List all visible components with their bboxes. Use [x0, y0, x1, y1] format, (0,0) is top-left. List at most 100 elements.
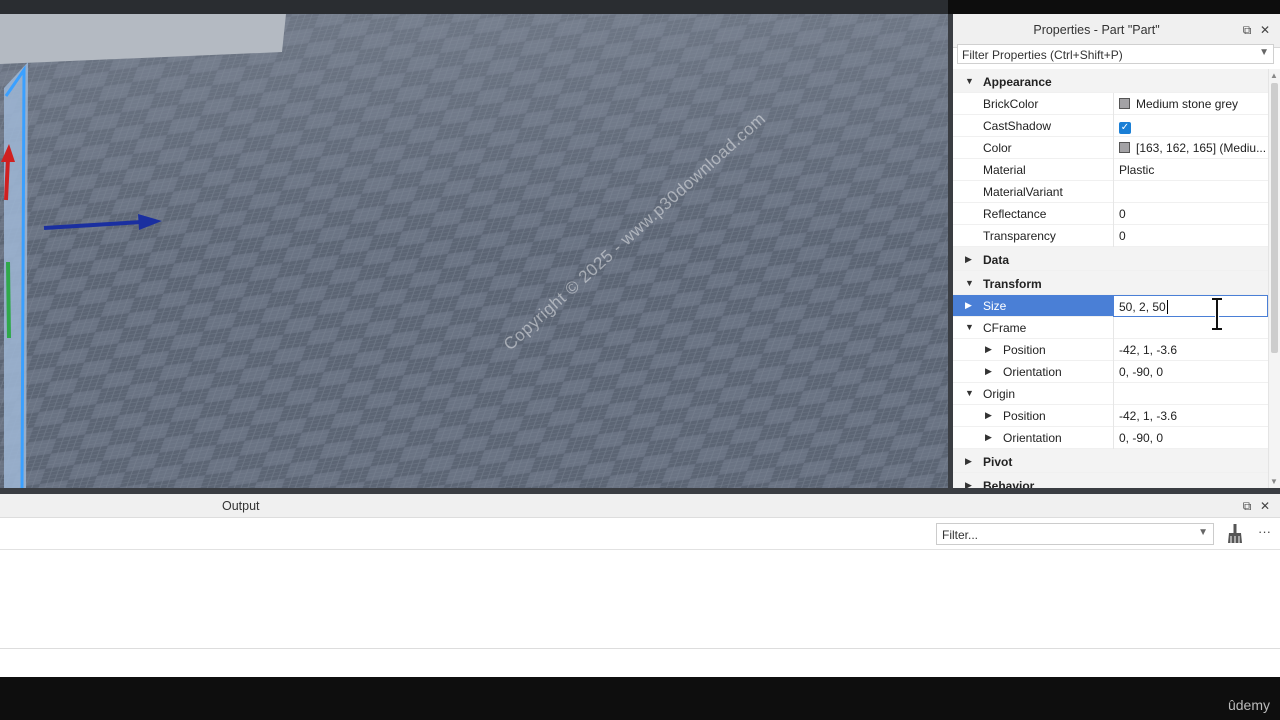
property-value[interactable]: Plastic: [1113, 159, 1268, 181]
collapsed-caret-icon[interactable]: ▶: [965, 300, 972, 311]
property-name: Orientation: [1003, 365, 1062, 379]
property-value[interactable]: -42, 1, -3.6: [1113, 339, 1268, 361]
property-value-text: -42, 1, -3.6: [1119, 343, 1178, 357]
property-row-orientation[interactable]: ▶ Orientation 0, -90, 0: [953, 361, 1268, 383]
property-value[interactable]: 0, -90, 0: [1113, 427, 1268, 449]
expanded-caret-icon[interactable]: ▼: [965, 278, 974, 288]
property-value-text: 0, -90, 0: [1119, 365, 1164, 379]
more-options-icon[interactable]: ···: [1258, 524, 1271, 539]
text-cursor-icon: [1212, 298, 1222, 330]
property-row-reflectance[interactable]: Reflectance 0: [953, 203, 1268, 225]
property-row-brickcolor[interactable]: BrickColor Medium stone grey: [953, 93, 1268, 115]
collapsed-caret-icon[interactable]: ▶: [985, 410, 992, 421]
property-name: MaterialVariant: [983, 185, 1063, 199]
property-value-text: Medium stone grey: [1136, 97, 1239, 111]
expanded-caret-icon[interactable]: ▼: [965, 322, 974, 332]
studio-window: Copyright © 2025 - www.p30download.com P…: [0, 0, 1280, 720]
video-bottom-bar: ûdemy: [0, 677, 1280, 720]
property-value[interactable]: ✓: [1113, 115, 1268, 137]
property-row-appearance[interactable]: ▼ Appearance: [953, 69, 1268, 93]
collapsed-caret-icon[interactable]: ▶: [985, 432, 992, 443]
output-filter-input[interactable]: Filter... ▼: [936, 523, 1214, 545]
properties-title: Properties - Part "Part": [1033, 23, 1160, 37]
property-row-castshadow[interactable]: CastShadow ✓: [953, 115, 1268, 137]
property-value[interactable]: [1113, 317, 1268, 339]
output-filter-placeholder: Filter...: [942, 528, 979, 542]
property-name: Material: [983, 163, 1026, 177]
property-row-data[interactable]: ▶ Data: [953, 247, 1268, 271]
property-name: Orientation: [1003, 431, 1062, 445]
property-row-orientation[interactable]: ▶ Orientation 0, -90, 0: [953, 427, 1268, 449]
property-value[interactable]: 0: [1113, 203, 1268, 225]
collapsed-caret-icon[interactable]: ▶: [965, 254, 972, 265]
property-value-text: 0: [1119, 207, 1126, 221]
property-value-text: [163, 162, 165] (Mediu...: [1136, 141, 1267, 155]
output-panel: Output ⧉ ✕ Filter... ▼ ···: [0, 488, 1280, 677]
property-name: CastShadow: [983, 119, 1052, 133]
property-value[interactable]: 0: [1113, 225, 1268, 247]
output-close-icon[interactable]: ✕: [1258, 499, 1272, 513]
output-title-bar: Output ⧉ ✕: [0, 494, 1280, 518]
output-log-area[interactable]: [0, 551, 1280, 649]
property-row-material[interactable]: Material Plastic: [953, 159, 1268, 181]
property-value[interactable]: 0, -90, 0: [1113, 361, 1268, 383]
clear-output-icon[interactable]: [1226, 524, 1244, 544]
property-name: Position: [1003, 343, 1046, 357]
property-row-position[interactable]: ▶ Position -42, 1, -3.6: [953, 339, 1268, 361]
size-value-input[interactable]: 50, 2, 50: [1113, 295, 1268, 317]
property-row-pivot[interactable]: ▶ Pivot: [953, 449, 1268, 473]
property-value-text: -42, 1, -3.6: [1119, 409, 1178, 423]
text-caret: [1166, 300, 1168, 314]
collapsed-caret-icon[interactable]: ▶: [965, 456, 972, 467]
filter-properties-input[interactable]: Filter Properties (Ctrl+Shift+P) ▼: [957, 44, 1274, 64]
property-name: Data: [983, 253, 1010, 267]
color-swatch[interactable]: [1119, 142, 1130, 153]
properties-scrollbar[interactable]: ▲ ▼: [1268, 69, 1280, 488]
property-name: Reflectance: [983, 207, 1047, 221]
property-name: Appearance: [983, 75, 1052, 89]
property-row-materialvariant[interactable]: MaterialVariant: [953, 181, 1268, 203]
properties-panel: Properties - Part "Part" ⧉ ✕ Filter Prop…: [948, 14, 1280, 489]
property-row-position[interactable]: ▶ Position -42, 1, -3.6: [953, 405, 1268, 427]
undock-icon[interactable]: ⧉: [1240, 23, 1254, 38]
scroll-up-icon[interactable]: ▲: [1270, 71, 1278, 80]
properties-list: ▼ Appearance BrickColor Medium stone grey Ca…: [953, 69, 1268, 489]
property-name: BrickColor: [983, 97, 1039, 111]
collapsed-caret-icon[interactable]: ▶: [985, 344, 992, 355]
output-title: Output: [222, 499, 260, 513]
property-row-color[interactable]: Color [163, 162, 165] (Mediu...: [953, 137, 1268, 159]
property-name: Origin: [983, 387, 1016, 401]
property-row-transform[interactable]: ▼ Transform: [953, 271, 1268, 295]
property-value[interactable]: [1113, 181, 1268, 203]
property-value[interactable]: [1113, 383, 1268, 405]
filter-properties-placeholder: Filter Properties (Ctrl+Shift+P): [962, 48, 1123, 62]
property-row-transparency[interactable]: Transparency 0: [953, 225, 1268, 247]
property-row-origin[interactable]: ▼ Origin: [953, 383, 1268, 405]
property-name: Position: [1003, 409, 1046, 423]
output-toolbar: Filter... ▼ ···: [0, 518, 1280, 550]
property-name: Color: [983, 141, 1012, 155]
property-value[interactable]: -42, 1, -3.6: [1113, 405, 1268, 427]
close-icon[interactable]: ✕: [1258, 23, 1272, 37]
scrollbar-thumb[interactable]: [1271, 83, 1278, 353]
expanded-caret-icon[interactable]: ▼: [965, 76, 974, 86]
color-swatch[interactable]: [1119, 98, 1130, 109]
collapsed-caret-icon[interactable]: ▶: [985, 366, 992, 377]
expanded-caret-icon[interactable]: ▼: [965, 388, 974, 398]
chevron-down-icon: ▼: [1259, 47, 1269, 58]
output-undock-icon[interactable]: ⧉: [1240, 499, 1254, 514]
properties-title-bar: Properties - Part "Part" ⧉ ✕: [953, 14, 1280, 48]
move-handle-z-icon[interactable]: [6, 261, 11, 339]
property-value-text: Plastic: [1119, 163, 1155, 177]
property-value[interactable]: Medium stone grey: [1113, 93, 1268, 115]
property-name: Size: [983, 299, 1007, 313]
castshadow-checkbox[interactable]: ✓: [1119, 122, 1131, 134]
property-value[interactable]: [163, 162, 165] (Mediu...: [1113, 137, 1268, 159]
viewport-scene: [0, 14, 948, 488]
property-name: Pivot: [983, 455, 1013, 469]
chevron-down-icon: ▼: [1198, 527, 1208, 538]
property-row-behavior[interactable]: ▶ Behavior: [953, 473, 1268, 489]
scroll-down-icon[interactable]: ▼: [1270, 477, 1278, 486]
property-name: Transform: [983, 277, 1042, 291]
3d-viewport[interactable]: Copyright © 2025 - www.p30download.com: [0, 0, 948, 488]
